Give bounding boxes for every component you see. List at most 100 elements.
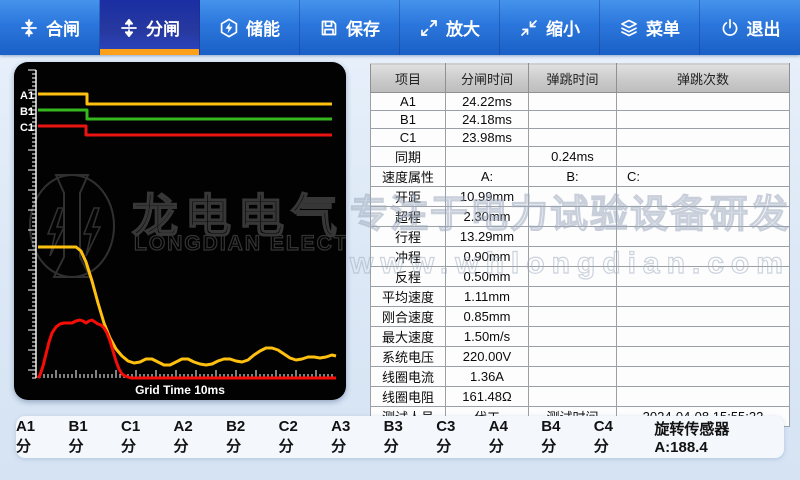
close-arrows-icon bbox=[19, 18, 39, 38]
table-cell: 平均速度 bbox=[371, 287, 446, 307]
status-phase-item: A4 分 bbox=[489, 418, 527, 456]
table-cell bbox=[617, 147, 790, 167]
table-row: B124.18ms bbox=[371, 111, 790, 129]
tab-label: 分闸 bbox=[146, 15, 180, 40]
tab-save[interactable]: 保存 bbox=[300, 0, 400, 55]
table-row: 线圈电流1.36A bbox=[371, 367, 790, 387]
zoom-in-icon bbox=[419, 18, 439, 38]
table-row: 冲程0.90mm bbox=[371, 247, 790, 267]
status-phase-item: C2 分 bbox=[279, 418, 317, 456]
table-cell: B1 bbox=[371, 111, 446, 129]
table-row: 刚合速度0.85mm bbox=[371, 307, 790, 327]
series-C1-contact-state bbox=[38, 126, 332, 135]
table-cell: 24.18ms bbox=[446, 111, 529, 129]
status-phase-item: A3 分 bbox=[331, 418, 369, 456]
tab-label: 菜单 bbox=[646, 15, 680, 40]
tab-menu[interactable]: 菜单 bbox=[600, 0, 700, 55]
phase-label-B1: B1 bbox=[20, 106, 34, 118]
results-table-wrap: 项目分闸时间弹跳时间弹跳次数 A124.22msB124.18msC123.98… bbox=[370, 63, 789, 400]
tab-label: 储能 bbox=[246, 15, 280, 40]
table-cell: 13.29mm bbox=[446, 227, 529, 247]
table-cell bbox=[617, 307, 790, 327]
table-cell: C: bbox=[617, 167, 790, 187]
table-cell bbox=[529, 327, 617, 347]
table-row: 行程13.29mm bbox=[371, 227, 790, 247]
table-row: 平均速度1.11mm bbox=[371, 287, 790, 307]
status-phase-item: B4 分 bbox=[541, 418, 579, 456]
table-cell bbox=[446, 147, 529, 167]
series-B1-contact-state bbox=[38, 110, 332, 119]
column-header: 弹跳次数 bbox=[617, 64, 790, 93]
table-row: 超程2.30mm bbox=[371, 207, 790, 227]
table-cell bbox=[617, 207, 790, 227]
tab-energy[interactable]: 储能 bbox=[200, 0, 300, 55]
tab-exit[interactable]: 退出 bbox=[700, 0, 800, 55]
power-icon bbox=[720, 18, 740, 38]
table-header-row: 项目分闸时间弹跳时间弹跳次数 bbox=[371, 64, 790, 93]
menu-layers-icon bbox=[619, 18, 639, 38]
table-row: 开距10.99mm bbox=[371, 187, 790, 207]
table-cell: B: bbox=[529, 167, 617, 187]
table-cell: 刚合速度 bbox=[371, 307, 446, 327]
table-cell bbox=[617, 111, 790, 129]
open-arrows-icon bbox=[119, 18, 139, 38]
table-cell: 反程 bbox=[371, 267, 446, 287]
table-cell: 线圈电流 bbox=[371, 367, 446, 387]
table-cell: 超程 bbox=[371, 207, 446, 227]
table-cell: 1.36A bbox=[446, 367, 529, 387]
phase-label-C1: C1 bbox=[20, 122, 34, 134]
table-cell: 220.00V bbox=[446, 347, 529, 367]
table-cell: 1.11mm bbox=[446, 287, 529, 307]
rotary-sensor-readout: 旋转传感器 A:188.4 bbox=[654, 418, 784, 456]
status-phase-item: C3 分 bbox=[436, 418, 474, 456]
table-cell: A1 bbox=[371, 93, 446, 111]
table-cell: C1 bbox=[371, 129, 446, 147]
column-header: 项目 bbox=[371, 64, 446, 93]
table-cell bbox=[617, 93, 790, 111]
table-row: A124.22ms bbox=[371, 93, 790, 111]
table-cell bbox=[529, 387, 617, 407]
tab-open[interactable]: 分闸 bbox=[100, 0, 200, 55]
status-phase-item: A2 分 bbox=[174, 418, 212, 456]
table-cell bbox=[529, 367, 617, 387]
table-cell: 系统电压 bbox=[371, 347, 446, 367]
table-cell bbox=[617, 387, 790, 407]
table-cell bbox=[617, 267, 790, 287]
table-row: 线圈电阻161.48Ω bbox=[371, 387, 790, 407]
tab-label: 缩小 bbox=[546, 15, 580, 40]
table-cell: 24.22ms bbox=[446, 93, 529, 111]
table-cell: 速度属性 bbox=[371, 167, 446, 187]
status-phase-item: B2 分 bbox=[226, 418, 264, 456]
series-travel-curve bbox=[38, 247, 336, 365]
table-cell: 0.50mm bbox=[446, 267, 529, 287]
table-cell bbox=[529, 129, 617, 147]
table-row: 同期0.24ms bbox=[371, 147, 790, 167]
chart-panel: 龙电电气 LONGDIAN ELECTRIC A1B1C1 Grid Time … bbox=[14, 62, 346, 400]
tab-zoom-in[interactable]: 放大 bbox=[400, 0, 500, 55]
table-cell: 最大速度 bbox=[371, 327, 446, 347]
table-cell: 冲程 bbox=[371, 247, 446, 267]
table-cell: 0.90mm bbox=[446, 247, 529, 267]
table-cell: 1.50m/s bbox=[446, 327, 529, 347]
table-cell bbox=[617, 327, 790, 347]
table-cell: 23.98ms bbox=[446, 129, 529, 147]
table-cell bbox=[529, 287, 617, 307]
series-coil-current-curve bbox=[38, 320, 336, 378]
table-cell: 10.99mm bbox=[446, 187, 529, 207]
table-cell: 161.48Ω bbox=[446, 387, 529, 407]
table-cell: 2.30mm bbox=[446, 207, 529, 227]
table-cell bbox=[529, 247, 617, 267]
grid-time-label: Grid Time 10ms bbox=[14, 383, 346, 397]
save-icon bbox=[319, 18, 339, 38]
tab-label: 合闸 bbox=[46, 15, 80, 40]
table-cell bbox=[529, 207, 617, 227]
table-row: 最大速度1.50m/s bbox=[371, 327, 790, 347]
tab-zoom-out[interactable]: 缩小 bbox=[500, 0, 600, 55]
tab-close[interactable]: 合闸 bbox=[0, 0, 100, 55]
table-cell bbox=[529, 347, 617, 367]
waveform-chart: A1B1C1 bbox=[14, 62, 346, 400]
status-phase-item: A1 分 bbox=[16, 418, 54, 456]
status-phase-item: C4 分 bbox=[594, 418, 632, 456]
status-phase-item: C1 分 bbox=[121, 418, 159, 456]
table-cell bbox=[617, 129, 790, 147]
